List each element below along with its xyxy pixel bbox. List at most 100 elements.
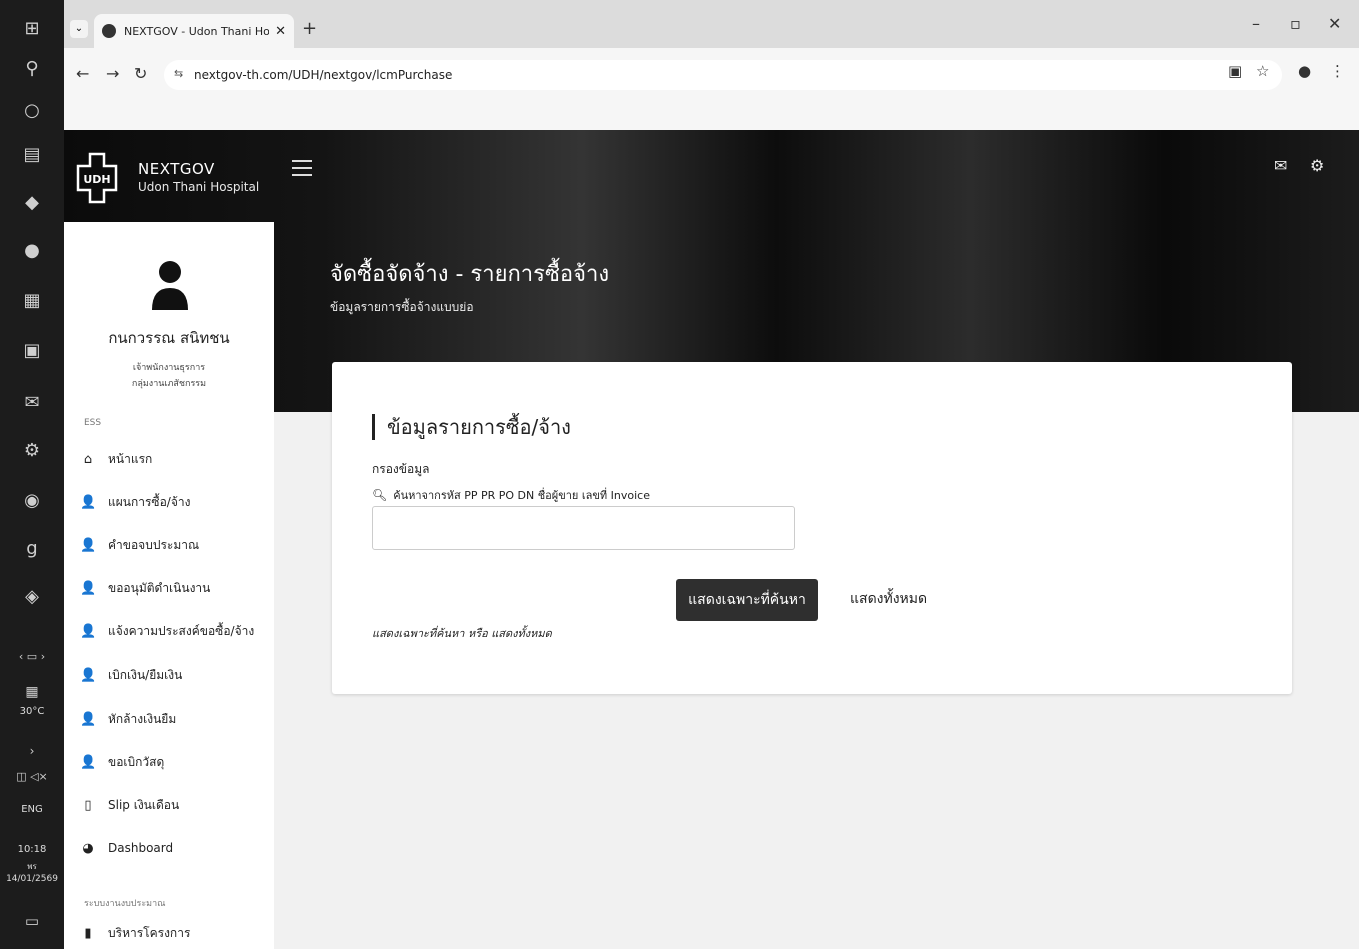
chrome-icon[interactable]: ◉ bbox=[0, 490, 64, 511]
address-bar[interactable]: ⇆ nextgov-th.com/UDH/nextgov/lcmPurchase bbox=[164, 60, 1282, 90]
reload-icon[interactable]: ↻ bbox=[134, 64, 147, 83]
search-input[interactable] bbox=[372, 506, 795, 550]
bookmark-star-icon[interactable]: ☆ bbox=[1256, 62, 1269, 80]
sidebar-item-label: หน้าแรก bbox=[108, 451, 153, 466]
edge-icon[interactable]: ● bbox=[0, 240, 64, 261]
cortana-icon[interactable]: ○ bbox=[0, 100, 64, 121]
gear-icon[interactable]: ⚙ bbox=[1310, 156, 1324, 175]
weather-icon[interactable]: ▦ bbox=[0, 684, 64, 700]
book-icon: ▮ bbox=[84, 925, 92, 941]
sidebar-item-home[interactable]: ⌂ หน้าแรก bbox=[80, 444, 270, 474]
app-icon[interactable]: ◈ bbox=[0, 586, 64, 607]
sidebar: กนกวรรณ สนิทชน เจ้าพนักงานธุรการ กลุ่มงา… bbox=[64, 222, 274, 949]
user-icon: 👤 bbox=[80, 537, 97, 553]
translate-icon[interactable]: ▣ bbox=[1228, 62, 1242, 80]
sidebar-item-supplies[interactable]: 👤 ขอเบิกวัสดุ bbox=[80, 747, 270, 777]
show-filtered-button[interactable]: แสดงเฉพาะที่ค้นหา bbox=[676, 579, 818, 621]
pie-chart-icon: ◕ bbox=[82, 840, 94, 856]
sidebar-item-label: ขออนุมัติดำเนินงาน bbox=[108, 580, 211, 595]
file-explorer-icon[interactable]: ▦ bbox=[0, 290, 64, 311]
sidebar-item-purchase-plan[interactable]: 👤 แผนการซื้อ/จ้าง bbox=[80, 487, 270, 517]
udh-logo-icon: UDH bbox=[76, 152, 118, 204]
profile-icon[interactable]: ● bbox=[1298, 62, 1311, 80]
back-icon[interactable]: ← bbox=[76, 64, 89, 83]
section-label-ess: ESS bbox=[84, 418, 102, 428]
hamburger-menu-icon[interactable] bbox=[292, 160, 312, 181]
sidebar-item-label: แผนการซื้อ/จ้าง bbox=[108, 494, 191, 509]
purchase-list-card: ข้อมูลรายการซื้อ/จ้าง กรองข้อมูล 🔍︎ ค้นห… bbox=[332, 362, 1292, 694]
site-info-icon[interactable]: ⇆ bbox=[174, 67, 183, 80]
sidebar-item-label: หักล้างเงินยืม bbox=[108, 711, 177, 726]
chevron-right-icon[interactable]: › bbox=[0, 744, 64, 758]
section-label-budget: ระบบงานงบประมาณ bbox=[84, 899, 166, 909]
clock-time[interactable]: 10:18 bbox=[0, 844, 64, 855]
weather-temp: 30°C bbox=[19, 706, 45, 717]
filter-label: กรองข้อมูล bbox=[372, 462, 430, 476]
tab-search-button[interactable]: ⌄ bbox=[70, 20, 88, 38]
close-tab-icon[interactable]: ✕ bbox=[275, 24, 286, 39]
user-name: กนกวรรณ สนิทชน bbox=[108, 329, 230, 347]
sidebar-item-salary-slip[interactable]: ▯ Slip เงินเดือน bbox=[80, 790, 270, 820]
sidebar-item-label: Slip เงินเดือน bbox=[108, 797, 180, 812]
sidebar-item-approval[interactable]: 👤 ขออนุมัติดำเนินงาน bbox=[80, 573, 270, 603]
tab-strip: ⌄ NEXTGOV - Udon Thani Hospit ✕ + – ▫ ✕ bbox=[64, 0, 1359, 48]
sidebar-item-budget-request[interactable]: 👤 คำขอจบประมาณ bbox=[80, 530, 270, 560]
notification-icon[interactable]: ▭ bbox=[0, 912, 64, 930]
avatar-user-icon bbox=[152, 261, 188, 310]
volume-icon[interactable]: ◫ ◁× bbox=[0, 770, 64, 783]
brand-subtitle: Udon Thani Hospital bbox=[138, 180, 260, 194]
mail-icon[interactable]: ✉ bbox=[0, 392, 64, 413]
user-icon: 👤 bbox=[80, 494, 97, 510]
search-icon: 🔍︎ bbox=[372, 488, 388, 502]
sidebar-item-label: Dashboard bbox=[108, 841, 174, 855]
user-role: เจ้าพนักงานธุรการ bbox=[132, 363, 206, 373]
sidebar-item-project-management[interactable]: ▮ บริหารโครงการ bbox=[80, 918, 270, 948]
sidebar-item-label: แจ้งความประสงค์ขอซื้อ/จ้าง bbox=[108, 623, 255, 638]
search-hint: 🔍︎ ค้นหาจากรหัส PP PR PO DN ชื่อผู้ขาย เ… bbox=[372, 486, 650, 504]
app-g-icon[interactable]: g bbox=[0, 538, 64, 559]
app-window: UDH NEXTGOV Udon Thani Hospital ✉ ⚙ จัดซ… bbox=[64, 130, 1359, 949]
language-indicator[interactable]: ENG bbox=[0, 804, 64, 815]
sidebar-item-withdraw-borrow[interactable]: 👤 เบิกเงิน/ยืมเงิน bbox=[80, 660, 270, 690]
sidebar-item-label: บริหารโครงการ bbox=[108, 925, 191, 940]
home-icon: ⌂ bbox=[83, 451, 93, 467]
store-icon[interactable]: ▣ bbox=[0, 340, 64, 361]
page-title: จัดซื้อจัดจ้าง - รายการซื้อจ้าง bbox=[330, 262, 610, 287]
sidebar-item-label: ขอเบิกวัสดุ bbox=[108, 754, 165, 769]
page-subtitle: ข้อมูลรายการซื้อจ้างแบบย่อ bbox=[330, 300, 474, 314]
windows-start-icon[interactable]: ⊞ bbox=[0, 18, 64, 39]
settings-icon[interactable]: ⚙ bbox=[0, 440, 64, 461]
sidebar-item-dashboard[interactable]: ◕ Dashboard bbox=[80, 833, 270, 863]
clock-day: พร bbox=[27, 862, 37, 871]
browser-tab[interactable]: NEXTGOV - Udon Thani Hospit ✕ bbox=[94, 14, 294, 48]
user-department: กลุ่มงานเภสัชกรรม bbox=[131, 379, 207, 389]
new-tab-button[interactable]: + bbox=[302, 18, 317, 39]
app-icon[interactable]: ◆ bbox=[0, 192, 64, 213]
restore-icon[interactable]: ▫ bbox=[1290, 14, 1301, 33]
minimize-icon[interactable]: – bbox=[1252, 14, 1260, 33]
close-window-icon[interactable]: ✕ bbox=[1328, 14, 1341, 33]
user-icon: 👤 bbox=[80, 667, 97, 683]
show-all-button[interactable]: แสดงทั้งหมด bbox=[850, 588, 927, 610]
user-icon: 👤 bbox=[80, 754, 97, 770]
forward-icon[interactable]: → bbox=[106, 64, 119, 83]
sidebar-item-purchase-intent[interactable]: 👤 แจ้งความประสงค์ขอซื้อ/จ้าง bbox=[80, 616, 270, 646]
sidebar-item-clear-loan[interactable]: 👤 หักล้างเงินยืม bbox=[80, 704, 270, 734]
url-text: nextgov-th.com/UDH/nextgov/lcmPurchase bbox=[194, 68, 453, 82]
brand-name: NEXTGOV bbox=[138, 160, 215, 178]
user-icon: 👤 bbox=[80, 580, 97, 596]
sidebar-item-label: เบิกเงิน/ยืมเงิน bbox=[108, 667, 183, 682]
menu-kebab-icon[interactable]: ⋮ bbox=[1330, 62, 1345, 80]
task-view-icon[interactable]: ▤ bbox=[0, 144, 64, 165]
scroll-arrows-icon[interactable]: ‹ ▭ › bbox=[0, 650, 64, 663]
toolbar-spacer bbox=[64, 100, 1359, 130]
envelope-open-icon[interactable]: ✉ bbox=[1274, 156, 1287, 175]
tab-title: NEXTGOV - Udon Thani Hospit bbox=[124, 24, 270, 38]
browser-chrome: ⌄ NEXTGOV - Udon Thani Hospit ✕ + – ▫ ✕ … bbox=[64, 0, 1359, 130]
card-title: ข้อมูลรายการซื้อ/จ้าง bbox=[372, 414, 571, 440]
sidebar-item-label: คำขอจบประมาณ bbox=[108, 537, 200, 552]
filter-note: แสดงเฉพาะที่ค้นหา หรือ แสดงทั้งหมด bbox=[372, 627, 552, 640]
user-icon: 👤 bbox=[80, 623, 97, 639]
search-icon[interactable]: ⚲ bbox=[0, 58, 64, 79]
document-icon: ▯ bbox=[84, 797, 92, 813]
